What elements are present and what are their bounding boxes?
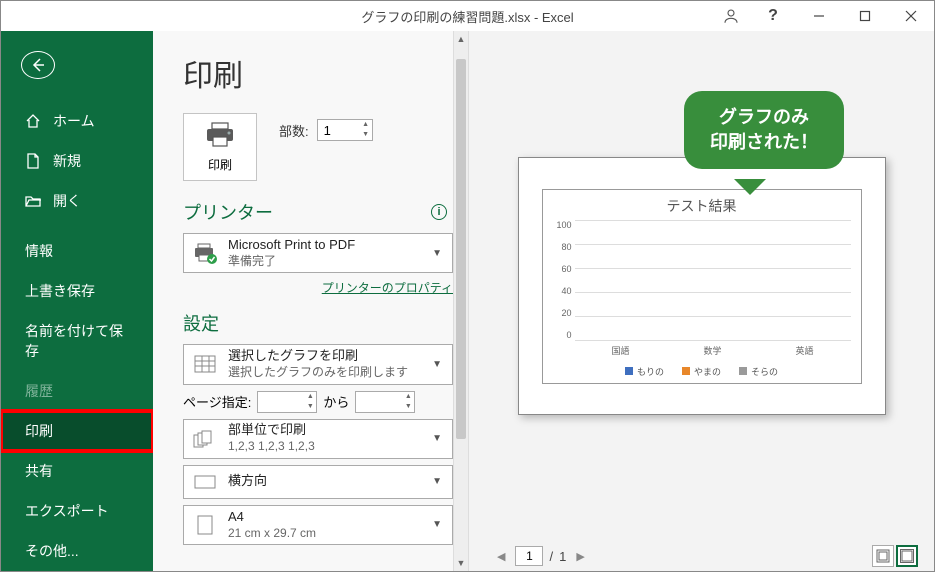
open-icon — [25, 193, 41, 209]
settings-section-header: 設定 — [183, 310, 453, 336]
sidebar-item-label: 印刷 — [25, 421, 53, 441]
settings-scrollbar[interactable]: ▲ ▼ — [453, 31, 469, 571]
printer-icon — [203, 121, 237, 152]
sidebar-item-label: 情報 — [25, 241, 53, 261]
sidebar-item-label: 上書き保存 — [25, 281, 95, 301]
zoom-to-page-button[interactable] — [896, 545, 918, 567]
back-button[interactable] — [21, 51, 55, 79]
sidebar-item-print[interactable]: 印刷 — [1, 411, 153, 451]
bars-area — [575, 220, 851, 340]
printer-properties-link[interactable]: プリンターのプロパティ — [183, 279, 453, 296]
chart: テスト結果 100806040200 国語数学英語 もりのやまのそらの — [542, 189, 862, 384]
next-page-button[interactable]: ▶ — [572, 550, 588, 563]
printer-name: Microsoft Print to PDF — [228, 237, 420, 254]
info-icon[interactable]: i — [431, 204, 447, 220]
scroll-up-icon[interactable]: ▲ — [454, 31, 468, 47]
chevron-down-icon: ▼ — [430, 476, 444, 487]
sidebar-item-label: 共有 — [25, 461, 53, 481]
page-sep: / — [549, 549, 553, 564]
sidebar-item-export[interactable]: エクスポート — [1, 491, 153, 531]
print-what-dropdown[interactable]: 選択したグラフを印刷 選択したグラフのみを印刷します ▼ — [183, 344, 453, 384]
collate-icon — [192, 430, 218, 448]
landscape-icon — [192, 474, 218, 490]
maximize-button[interactable] — [842, 1, 888, 31]
paper-size-dropdown[interactable]: A4 21 cm x 29.7 cm ▼ — [183, 505, 453, 545]
sidebar-item-home[interactable]: ホーム — [1, 101, 153, 141]
sidebar-item-open[interactable]: 開く — [1, 181, 153, 221]
y-axis: 100806040200 — [553, 220, 575, 340]
backstage-sidebar: ホーム 新規 開く 情報 上書き保存 名前を付けて保存 履歴 印刷 共有 エクス… — [1, 31, 153, 571]
collate-dropdown[interactable]: 部単位で印刷 1,2,3 1,2,3 1,2,3 ▼ — [183, 419, 453, 459]
chevron-down-icon: ▼ — [430, 519, 444, 530]
new-icon — [25, 153, 41, 169]
page-range-row: ページ指定: ▲▼ から ▲▼ — [183, 391, 453, 413]
printer-dropdown[interactable]: Microsoft Print to PDF 準備完了 ▼ — [183, 233, 453, 273]
show-margins-button[interactable] — [872, 545, 894, 567]
page-range-to: から — [323, 392, 349, 411]
printer-status: 準備完了 — [228, 254, 420, 270]
window-title: グラフの印刷の練習問題.xlsx - Excel — [361, 7, 573, 26]
scroll-thumb[interactable] — [456, 59, 466, 439]
print-settings-column: 印刷 印刷 部数: ▲▼ プリンター — [153, 31, 453, 571]
sidebar-item-history: 履歴 — [1, 371, 153, 411]
sidebar-item-info[interactable]: 情報 — [1, 231, 153, 271]
sidebar-item-label: その他... — [25, 541, 79, 561]
copies-label: 部数: — [279, 121, 309, 140]
page-title: 印刷 — [183, 51, 453, 95]
main-area: ホーム 新規 開く 情報 上書き保存 名前を付けて保存 履歴 印刷 共有 エクス… — [1, 31, 934, 571]
x-axis-labels: 国語数学英語 — [553, 344, 851, 357]
home-icon — [25, 113, 41, 129]
sheet-icon — [192, 355, 218, 373]
sidebar-item-save[interactable]: 上書き保存 — [1, 271, 153, 311]
sidebar-item-label: 名前を付けて保存 — [25, 321, 129, 361]
printer-status-icon — [192, 242, 218, 264]
chart-legend: もりのやまのそらの — [553, 365, 851, 378]
sidebar-item-saveas[interactable]: 名前を付けて保存 — [1, 311, 153, 371]
chevron-down-icon: ▼ — [430, 248, 444, 259]
sidebar-item-share[interactable]: 共有 — [1, 451, 153, 491]
minimize-button[interactable] — [796, 1, 842, 31]
sidebar-item-label: 新規 — [53, 151, 81, 171]
chart-title: テスト結果 — [553, 196, 851, 216]
chart-plot: 100806040200 — [553, 220, 851, 340]
printer-section-header: プリンター i — [183, 199, 453, 225]
chevron-down-icon: ▼ — [430, 359, 444, 370]
prev-page-button[interactable]: ◀ — [493, 550, 509, 563]
preview-column: グラフのみ 印刷された！ テスト結果 100806040200 — [469, 31, 934, 571]
sidebar-item-new[interactable]: 新規 — [1, 141, 153, 181]
spinner-buttons[interactable]: ▲▼ — [360, 120, 372, 140]
total-pages: 1 — [559, 549, 566, 564]
preview-footer: ◀ / 1 ▶ — [469, 541, 934, 571]
content-area: 印刷 印刷 部数: ▲▼ プリンター — [153, 31, 934, 571]
print-button[interactable]: 印刷 — [183, 113, 257, 181]
titlebar-controls: ? — [722, 1, 934, 31]
page-range-label: ページ指定: — [183, 392, 251, 411]
titlebar: グラフの印刷の練習問題.xlsx - Excel ? — [1, 1, 934, 31]
preview-page: テスト結果 100806040200 国語数学英語 もりのやまのそらの — [518, 157, 886, 415]
excel-backstage-window: グラフの印刷の練習問題.xlsx - Excel ? ホーム 新規 — [0, 0, 935, 572]
current-page-input[interactable] — [515, 546, 543, 566]
annotation-speech-bubble: グラフのみ 印刷された！ — [684, 91, 844, 169]
print-button-label: 印刷 — [208, 156, 232, 173]
scroll-down-icon[interactable]: ▼ — [454, 555, 468, 571]
print-action-row: 印刷 部数: ▲▼ — [183, 113, 453, 181]
page-icon — [192, 515, 218, 535]
copies-control: 部数: ▲▼ — [279, 113, 373, 141]
orientation-dropdown[interactable]: 横方向 ▼ — [183, 465, 453, 499]
help-button[interactable]: ? — [750, 1, 796, 31]
sidebar-item-label: 開く — [53, 191, 81, 211]
sidebar-item-more[interactable]: その他... — [1, 531, 153, 571]
chevron-down-icon: ▼ — [430, 433, 444, 444]
sidebar-item-label: 履歴 — [25, 381, 53, 401]
sidebar-item-label: エクスポート — [25, 501, 109, 521]
user-account-icon[interactable] — [722, 7, 740, 25]
close-button[interactable] — [888, 1, 934, 31]
sidebar-item-label: ホーム — [53, 111, 95, 131]
